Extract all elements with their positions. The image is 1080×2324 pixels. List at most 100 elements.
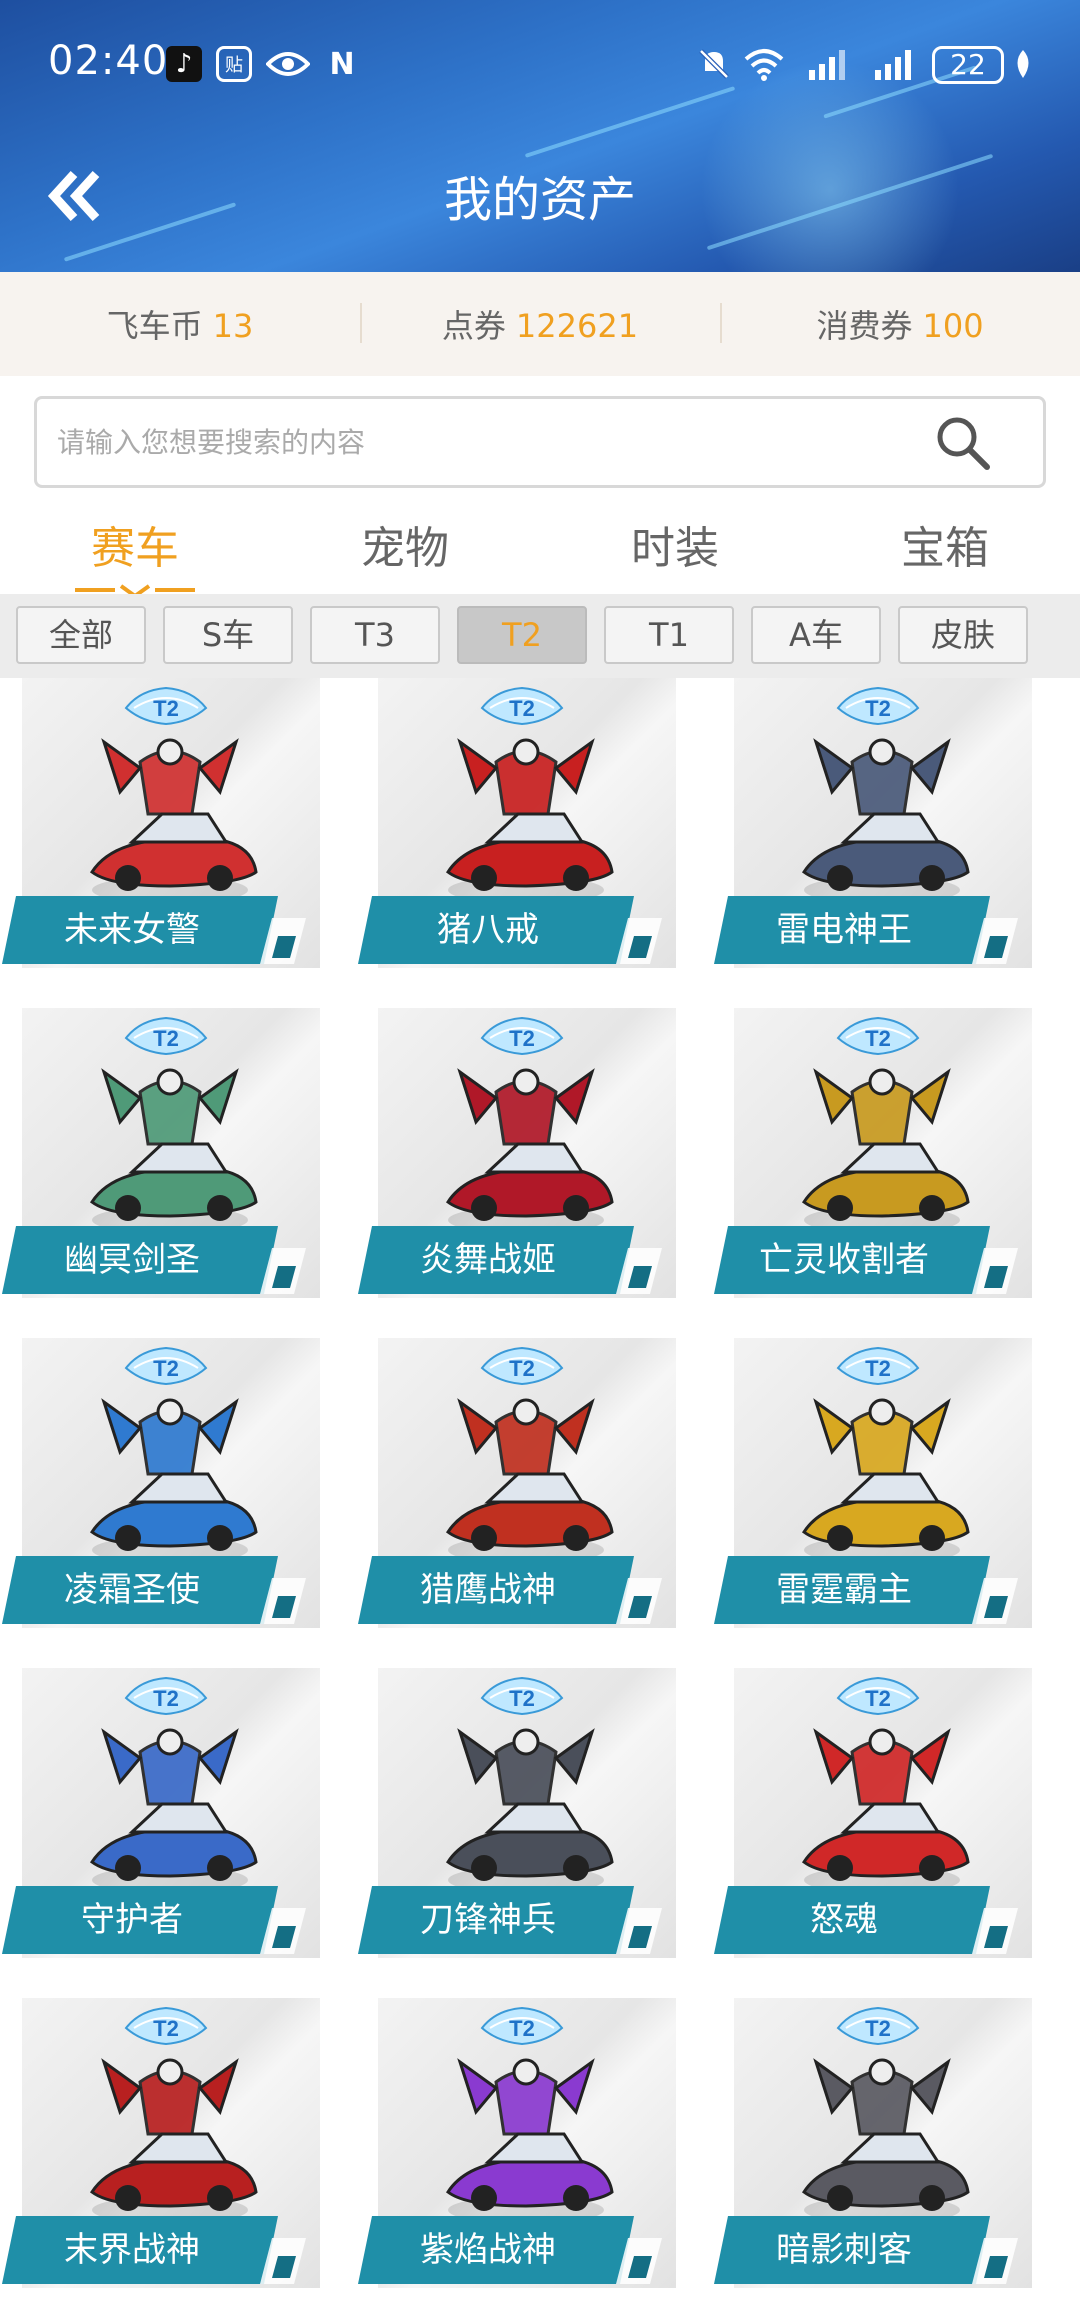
- filter-chip-t2[interactable]: T2: [457, 606, 587, 664]
- car-image: [801, 1068, 970, 1234]
- tab-outfits[interactable]: 时装: [540, 498, 810, 598]
- t2-badge-icon: T2: [836, 1016, 920, 1056]
- tab-chests[interactable]: 宝箱: [810, 498, 1080, 598]
- car-image: [445, 1398, 614, 1564]
- currency-vouchers: 消费券 100: [720, 301, 1080, 347]
- filter-chip-s-car[interactable]: S车: [163, 606, 293, 664]
- item-grid: T2 未来女警 T2 猪八戒 T2 雷电神王 T2 幽冥剑圣 T2 炎舞战姬 T2 亡灵收割者 T2 凌霜…: [0, 678, 1080, 2324]
- t2-badge-icon: T2: [124, 1676, 208, 1716]
- svg-text:T2: T2: [153, 1686, 179, 1711]
- name-plate: 末界战神: [2, 2216, 314, 2284]
- app-notification-icon: 贴: [216, 46, 252, 82]
- svg-text:T2: T2: [865, 1356, 891, 1381]
- name-plate: 紫焰战神: [358, 2216, 670, 2284]
- filter-chip-all[interactable]: 全部: [16, 606, 146, 664]
- status-bar: 02:40 ♪ 贴 N 22: [0, 30, 1080, 100]
- battery-indicator: 22: [932, 46, 1004, 84]
- name-plate: 亡灵收割者: [714, 1226, 1026, 1294]
- wifi-icon: [740, 46, 788, 82]
- item-card[interactable]: T2 刀锋神兵: [356, 1668, 676, 1968]
- t2-badge-icon: T2: [480, 686, 564, 726]
- currency-value: 100: [922, 307, 984, 345]
- status-time: 02:40: [48, 38, 169, 84]
- svg-text:T2: T2: [865, 2016, 891, 2041]
- filter-bar: 全部 S车 T3 T2 T1 A车 皮肤: [0, 594, 1080, 678]
- svg-text:T2: T2: [509, 696, 535, 721]
- tab-label: 时装: [631, 523, 719, 574]
- t2-badge-icon: T2: [124, 1016, 208, 1056]
- tab-cars[interactable]: 赛车: [0, 498, 270, 598]
- name-plate: 怒魂: [714, 1886, 1026, 1954]
- item-card[interactable]: T2 猎鹰战神: [356, 1338, 676, 1638]
- filter-chip-t1[interactable]: T1: [604, 606, 734, 664]
- item-name: 猪八戒: [437, 910, 539, 950]
- item-card[interactable]: T2 幽冥剑圣: [0, 1008, 320, 1308]
- item-card[interactable]: T2 凌霜圣使: [0, 1338, 320, 1638]
- tab-pets[interactable]: 宠物: [270, 498, 540, 598]
- filter-chip-a-car[interactable]: A车: [751, 606, 881, 664]
- t2-badge-icon: T2: [124, 2006, 208, 2046]
- currency-label: 飞车币: [106, 307, 203, 345]
- eye-icon: [264, 46, 312, 82]
- item-card[interactable]: T2 暗影刺客: [712, 1998, 1032, 2298]
- currency-label: 消费券: [816, 307, 913, 345]
- currency-bar: 飞车币 13 点券 122621 消费券 100: [0, 272, 1080, 376]
- car-image: [801, 738, 970, 904]
- item-name: 守护者: [81, 1900, 183, 1940]
- t2-badge-icon: T2: [124, 1346, 208, 1386]
- svg-text:T2: T2: [865, 696, 891, 721]
- tab-label: 宝箱: [901, 523, 989, 574]
- item-card[interactable]: T2 雷电神王: [712, 678, 1032, 978]
- signal-icon: [806, 46, 850, 82]
- car-image: [445, 1728, 614, 1894]
- car-image: [89, 2058, 258, 2224]
- header: 02:40 ♪ 贴 N 22 我的资产: [0, 0, 1080, 272]
- currency-label: 点券: [441, 307, 506, 345]
- svg-text:T2: T2: [509, 1686, 535, 1711]
- car-image: [801, 1398, 970, 1564]
- svg-text:T2: T2: [153, 1026, 179, 1051]
- search-input[interactable]: [57, 399, 937, 485]
- signal-icon: [872, 46, 916, 82]
- currency-value: 122621: [515, 307, 639, 345]
- name-plate: 猪八戒: [358, 896, 670, 964]
- tab-label: 宠物: [361, 523, 449, 574]
- car-image: [801, 1728, 970, 1894]
- t2-badge-icon: T2: [480, 1346, 564, 1386]
- category-tabs: 赛车 宠物 时装 宝箱: [0, 498, 1080, 598]
- item-card[interactable]: T2 炎舞战姬: [356, 1008, 676, 1308]
- t2-badge-icon: T2: [836, 1676, 920, 1716]
- item-card[interactable]: T2 雷霆霸主: [712, 1338, 1032, 1638]
- currency-points: 点券 122621: [360, 301, 720, 347]
- t2-badge-icon: T2: [480, 1676, 564, 1716]
- svg-text:T2: T2: [865, 1026, 891, 1051]
- svg-text:T2: T2: [153, 1356, 179, 1381]
- car-image: [445, 1068, 614, 1234]
- search-icon[interactable]: [933, 413, 993, 473]
- car-image: [445, 2058, 614, 2224]
- name-plate: 未来女警: [2, 896, 314, 964]
- item-card[interactable]: T2 守护者: [0, 1668, 320, 1968]
- item-name: 末界战神: [64, 2230, 200, 2270]
- item-card[interactable]: T2 紫焰战神: [356, 1998, 676, 2298]
- item-card[interactable]: T2 未来女警: [0, 678, 320, 978]
- name-plate: 雷电神王: [714, 896, 1026, 964]
- item-card[interactable]: T2 怒魂: [712, 1668, 1032, 1968]
- leaf-icon: [1010, 46, 1036, 82]
- filter-chip-skins[interactable]: 皮肤: [898, 606, 1028, 664]
- item-card[interactable]: T2 猪八戒: [356, 678, 676, 978]
- item-name: 炎舞战姬: [420, 1240, 556, 1280]
- item-name: 雷电神王: [776, 910, 912, 950]
- t2-badge-icon: T2: [480, 1016, 564, 1056]
- search-box: [34, 396, 1046, 488]
- svg-text:T2: T2: [153, 2016, 179, 2041]
- t2-badge-icon: T2: [836, 1346, 920, 1386]
- car-image: [89, 1728, 258, 1894]
- item-name: 幽冥剑圣: [64, 1240, 200, 1280]
- item-card[interactable]: T2 亡灵收割者: [712, 1008, 1032, 1308]
- item-card[interactable]: T2 末界战神: [0, 1998, 320, 2298]
- filter-chip-t3[interactable]: T3: [310, 606, 440, 664]
- name-plate: 幽冥剑圣: [2, 1226, 314, 1294]
- item-name: 紫焰战神: [420, 2230, 556, 2270]
- tiktok-icon: ♪: [166, 46, 202, 82]
